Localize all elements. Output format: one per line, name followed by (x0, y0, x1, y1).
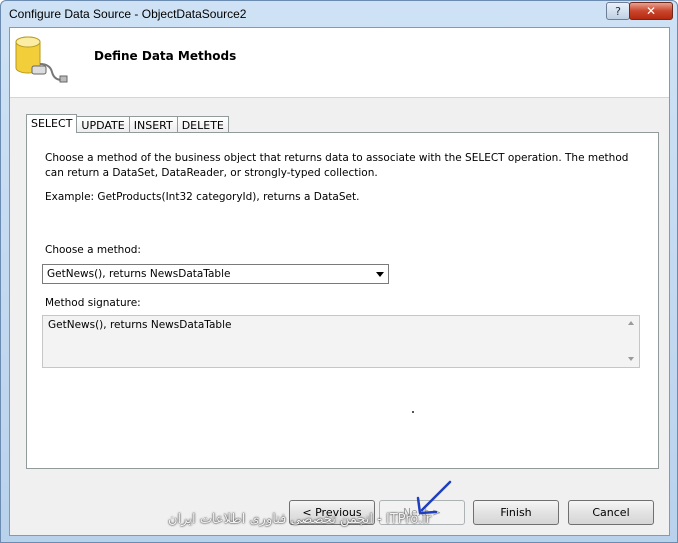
close-icon: ✕ (645, 4, 657, 18)
method-signature-box: GetNews(), returns NewsDataTable (42, 315, 640, 368)
method-dropdown[interactable]: GetNews(), returns NewsDataTable (42, 264, 389, 284)
annotation-arrow-icon (416, 480, 452, 515)
method-signature-value: GetNews(), returns NewsDataTable (48, 319, 232, 331)
description-text: Choose a method of the business object t… (45, 152, 629, 179)
choose-method-label: Choose a method: (45, 244, 141, 256)
tab-insert[interactable]: INSERT (128, 116, 178, 133)
signature-scrollbar[interactable] (625, 316, 639, 367)
tab-panel-select: Choose a method of the business object t… (26, 132, 659, 469)
chevron-down-icon[interactable] (376, 272, 384, 277)
tab-delete[interactable]: DELETE (176, 116, 229, 133)
method-signature-label: Method signature: (45, 297, 141, 309)
scroll-up-icon[interactable] (628, 321, 634, 325)
wizard-header: Define Data Methods (10, 28, 669, 98)
finish-button[interactable]: Finish (473, 500, 559, 525)
title-bar[interactable]: Configure Data Source - ObjectDataSource… (1, 1, 677, 27)
dialog-client: Define Data Methods SELECT UPDATE INSERT… (9, 27, 670, 536)
example-text: Example: GetProducts(Int32 categoryId), … (45, 191, 360, 203)
window-title: Configure Data Source - ObjectDataSource… (9, 7, 247, 21)
page-title: Define Data Methods (94, 49, 237, 63)
question-icon: ? (615, 4, 621, 18)
stray-dot (412, 411, 414, 413)
cancel-button[interactable]: Cancel (568, 500, 654, 525)
dialog-window: Configure Data Source - ObjectDataSource… (0, 0, 678, 543)
watermark-text: ITPro.ir - انجمن تخصصی فناوری اطلاعات ای… (168, 512, 432, 527)
tab-select[interactable]: SELECT (26, 114, 78, 133)
scroll-down-icon[interactable] (628, 357, 634, 361)
close-button[interactable]: ✕ (629, 2, 673, 20)
help-button[interactable]: ? (606, 2, 630, 20)
database-plug-icon (15, 36, 68, 83)
method-dropdown-value: GetNews(), returns NewsDataTable (47, 268, 231, 280)
tab-update[interactable]: UPDATE (76, 116, 130, 133)
tab-strip: SELECT UPDATE INSERT DELETE (26, 114, 229, 133)
